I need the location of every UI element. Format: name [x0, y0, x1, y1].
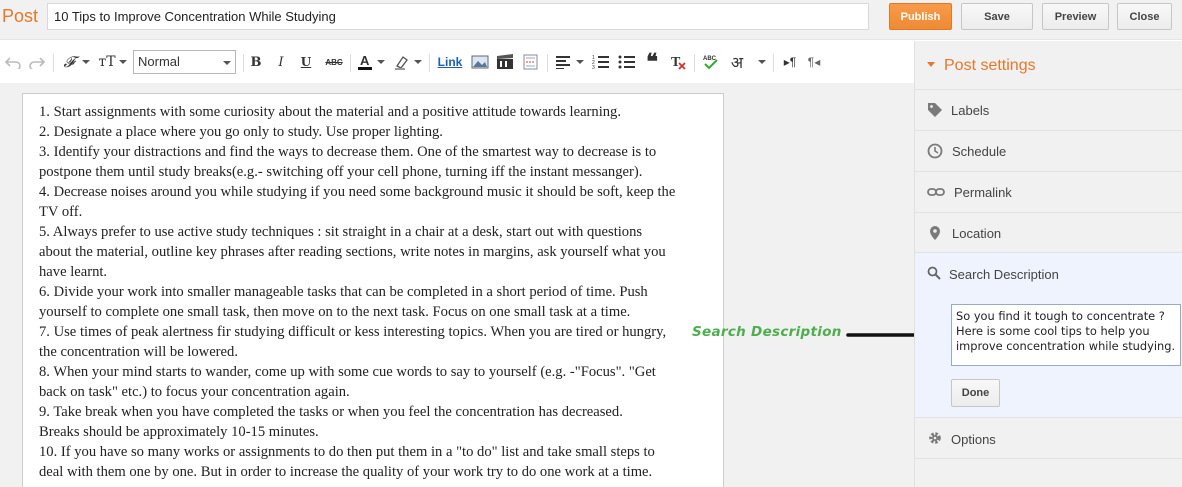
italic-icon[interactable]: I: [274, 51, 288, 73]
editor-line: the concentration will be lowered.: [39, 344, 238, 360]
sidebar-item-label: Labels: [951, 103, 990, 118]
toolbar-separator: [350, 54, 351, 72]
spellcheck-icon[interactable]: ABC: [702, 51, 720, 73]
search-description-textarea[interactable]: [951, 304, 1181, 366]
editor-line: back on task" etc.) to focus your concen…: [39, 384, 350, 400]
editor-line: 1. Start assignments with some curiosity…: [39, 104, 622, 120]
collapse-triangle-icon: [927, 62, 935, 67]
editor-line: 9. Take break when you have completed th…: [39, 404, 623, 420]
editor-line: deal with them one by one. But in order …: [39, 464, 653, 480]
chevron-down-icon[interactable]: [82, 60, 90, 64]
save-button[interactable]: Save: [961, 3, 1033, 30]
editor-line: about the material, outline key phrases …: [39, 244, 666, 260]
preview-button[interactable]: Preview: [1042, 3, 1109, 30]
close-button[interactable]: Close: [1117, 3, 1172, 30]
location-pin-icon: [930, 226, 940, 240]
editor-line: postpone them until study breaks(e.g.- s…: [39, 164, 643, 180]
sidebar-item-location[interactable]: Location: [915, 212, 1182, 253]
post-settings-header[interactable]: Post settings: [915, 41, 1182, 89]
undo-icon[interactable]: [5, 51, 21, 73]
toolbar-separator: [429, 54, 430, 72]
sidebar-item-label: Schedule: [952, 144, 1007, 159]
chevron-down-icon[interactable]: [414, 60, 422, 64]
clock-icon: [927, 143, 943, 159]
search-icon: [927, 266, 941, 280]
ltr-icon[interactable]: ▸¶: [782, 51, 798, 73]
toolbar-separator: [547, 54, 548, 72]
strikethrough-icon[interactable]: ABC: [324, 51, 344, 73]
link-button[interactable]: Link: [437, 51, 463, 73]
editor-line: Breaks should be approximately 10-15 min…: [39, 424, 319, 440]
video-icon[interactable]: [496, 51, 514, 73]
svg-text:3: 3: [592, 65, 595, 70]
sidebar-item-label: Location: [952, 226, 1002, 241]
font-family-icon[interactable]: 𝓕: [60, 51, 78, 73]
editor-line: 10. If you have so many works or assignm…: [39, 444, 655, 460]
post-label: Post: [2, 6, 39, 26]
editor-line: 3. Identify your distractions and find t…: [39, 144, 657, 160]
align-icon[interactable]: [555, 51, 571, 73]
bullet-list-icon[interactable]: [618, 51, 636, 73]
toolbar-separator: [694, 54, 695, 72]
editor-line: 2. Designate a place where you go only t…: [39, 124, 443, 140]
format-select[interactable]: Normal: [133, 50, 236, 74]
publish-button[interactable]: Publish: [889, 3, 952, 30]
link-icon: [927, 188, 945, 196]
editor-line: TV off.: [39, 204, 83, 220]
transliterate-icon[interactable]: अ: [728, 51, 746, 73]
toolbar-separator: [243, 54, 244, 72]
rtl-icon[interactable]: ¶◂: [806, 51, 822, 73]
tag-icon: [928, 103, 942, 117]
jump-break-icon[interactable]: [522, 51, 540, 73]
sidebar-item-permalink[interactable]: Permalink: [915, 171, 1182, 212]
image-icon[interactable]: [471, 51, 489, 73]
gear-icon: [929, 432, 941, 444]
underline-icon[interactable]: U: [299, 51, 313, 73]
editor-toolbar: 𝓕 тT Normal B I U ABC A Link 1 2 3 ❝ T A…: [0, 41, 914, 83]
sidebar-item-label: Permalink: [954, 185, 1012, 200]
svg-text:A: A: [360, 53, 370, 68]
quote-icon[interactable]: ❝: [644, 51, 660, 73]
done-button[interactable]: Done: [951, 379, 1000, 407]
chevron-down-icon[interactable]: [119, 60, 127, 64]
search-description-label: Search Description: [949, 267, 1059, 282]
font-size-icon[interactable]: тT: [97, 51, 117, 73]
remove-format-icon[interactable]: T: [670, 51, 686, 73]
editor-line: 7. Use times of peak alertness fir study…: [39, 324, 667, 340]
editor-area: 1. Start assignments with some curiosity…: [0, 83, 914, 487]
post-settings-sidebar: Post settings Labels Schedule Permalink …: [914, 41, 1182, 487]
numbered-list-icon[interactable]: 123: [592, 51, 610, 73]
chevron-down-icon[interactable]: [576, 60, 584, 64]
chevron-down-icon[interactable]: [758, 60, 766, 64]
redo-icon[interactable]: [29, 51, 45, 73]
editor-line: 5. Always prefer to use active study tec…: [39, 224, 643, 240]
sidebar-item-options[interactable]: Options: [915, 417, 1182, 459]
sidebar-item-schedule[interactable]: Schedule: [915, 130, 1182, 171]
chevron-down-icon[interactable]: [377, 60, 385, 64]
post-title-input[interactable]: [47, 3, 869, 30]
editor-line: 4. Decrease noises around you while stud…: [39, 184, 676, 200]
text-color-icon[interactable]: A: [357, 51, 373, 73]
sidebar-item-label: Options: [951, 432, 996, 447]
bold-icon[interactable]: B: [249, 51, 263, 73]
post-body-editor[interactable]: 1. Start assignments with some curiosity…: [22, 93, 724, 487]
search-description-panel: Search Description Done: [915, 252, 1182, 417]
editor-line: yourself to complete one small task, the…: [39, 304, 631, 320]
editor-line: have learnt.: [39, 264, 108, 280]
blogger-post-editor: Post Publish Save Preview Close 𝓕 тT Nor…: [0, 0, 1182, 487]
format-select-value: Normal: [138, 54, 180, 69]
editor-line: 6. Divide your work into smaller managea…: [39, 284, 648, 300]
toolbar-separator: [53, 54, 54, 72]
sidebar-item-labels[interactable]: Labels: [915, 89, 1182, 130]
chevron-down-icon: [223, 61, 231, 65]
post-header: Post Publish Save Preview Close: [0, 0, 1182, 40]
editor-line: 8. When your mind starts to wander, come…: [39, 364, 656, 380]
highlight-icon[interactable]: [394, 51, 410, 73]
toolbar-separator: [773, 54, 774, 72]
annotation-label: Search Description: [692, 324, 842, 340]
post-settings-title: Post settings: [944, 57, 1036, 74]
